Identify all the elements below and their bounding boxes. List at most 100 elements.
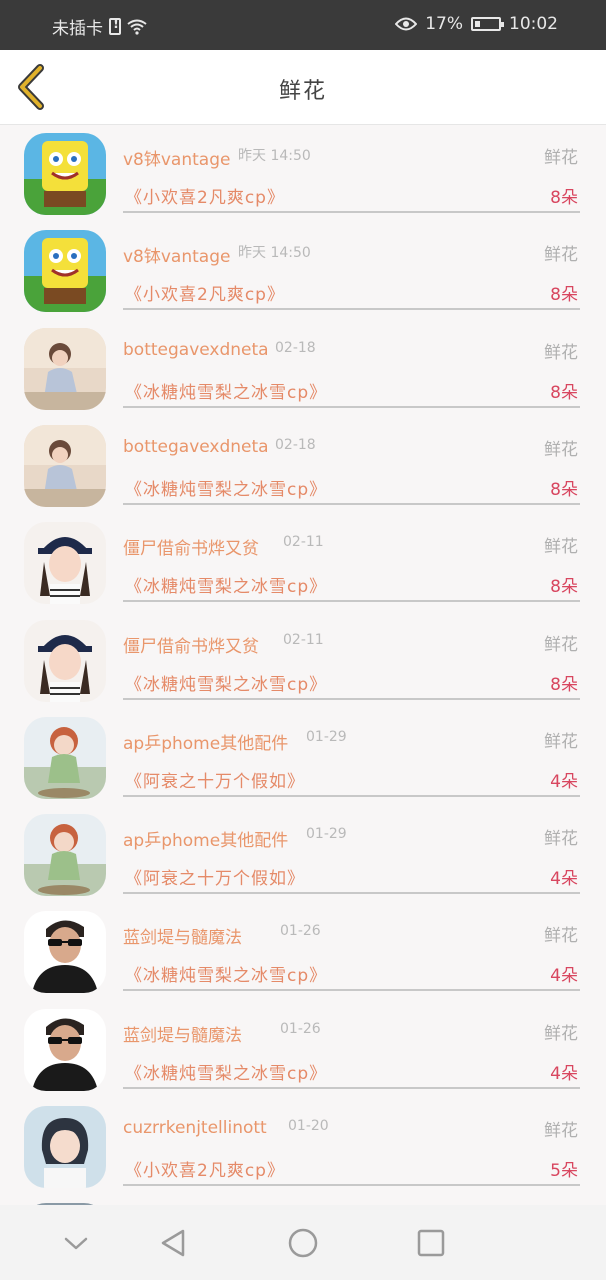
avatar-image xyxy=(24,230,106,313)
avatar-image xyxy=(24,424,106,507)
sender-name[interactable]: ap乒phome其他配件 xyxy=(123,729,288,754)
list-item[interactable]: ap乒phome其他配件 01-29 鲜花 《阿衰之十万个假如》 4朵 xyxy=(0,709,606,806)
flower-count: 8朵 xyxy=(550,382,578,403)
gift-target[interactable]: 《冰糖炖雪梨之冰雪cp》 xyxy=(125,1059,327,1084)
gift-target[interactable]: 《冰糖炖雪梨之冰雪cp》 xyxy=(125,961,327,986)
gift-type: 鲜花 xyxy=(544,731,578,752)
list-item[interactable]: ap乒phome其他配件 01-29 鲜花 《阿衰之十万个假如》 4朵 xyxy=(0,806,606,903)
flower-count: 4朵 xyxy=(550,1063,578,1084)
flower-count: 4朵 xyxy=(550,771,578,792)
list-item[interactable]: 僵尸借俞书烨又贫 02-11 鲜花《冰糖炖雪梨之冰雪cp》 8朵 xyxy=(0,612,606,709)
list-item[interactable]: 蓝剑堤与髓魔法 01-26 鲜花《冰糖炖雪梨之冰雪cp》 4朵 xyxy=(0,903,606,1000)
avatar[interactable] xyxy=(24,424,106,507)
sent-time: 昨天 14:50 xyxy=(238,148,311,164)
avatar-image xyxy=(24,619,106,702)
row-divider xyxy=(123,989,580,992)
battery-icon xyxy=(471,17,504,31)
list-item[interactable]: bottegavexdneta 02-18 鲜花 《冰糖炖雪梨之冰雪cp》 8朵 xyxy=(0,320,606,417)
list-item[interactable]: cuzrrkenjtellinott 01-20 鲜花 《小欢喜2凡爽cp》 5朵 xyxy=(0,1098,606,1195)
list-item-partial xyxy=(0,1195,606,1205)
avatar-image xyxy=(24,1106,106,1188)
list-item[interactable]: bottegavexdneta 02-18 鲜花《冰糖炖雪梨之冰雪cp》 8朵 xyxy=(0,417,606,514)
sent-time: 01-26 xyxy=(280,1020,321,1037)
avatar[interactable] xyxy=(24,522,106,605)
gift-target[interactable]: 《阿衰之十万个假如》 xyxy=(125,767,305,792)
gift-target[interactable]: 《小欢喜2凡爽cp》 xyxy=(125,280,285,305)
gift-target[interactable]: 《小欢喜2凡爽cp》 xyxy=(125,1156,285,1181)
sent-time: 02-11 xyxy=(283,631,324,648)
flower-count: 8朵 xyxy=(550,577,578,598)
gift-target[interactable]: 《冰糖炖雪梨之冰雪cp》 xyxy=(125,378,327,403)
nav-collapse-button[interactable] xyxy=(58,1225,94,1261)
status-right: 17% 10:02 xyxy=(395,14,558,34)
nav-home-button[interactable] xyxy=(285,1225,321,1261)
avatar[interactable] xyxy=(24,814,106,897)
list-item[interactable]: v8钵vantage 昨天 14:50 鲜花 《小欢喜2凡爽cp》 8朵 xyxy=(0,125,606,222)
avatar[interactable] xyxy=(24,133,106,215)
sender-name[interactable]: 蓝剑堤与髓魔法 xyxy=(123,1021,242,1046)
sender-name[interactable]: 蓝剑堤与髓魔法 xyxy=(123,923,242,948)
wifi-icon xyxy=(127,19,147,35)
gift-target[interactable]: 《冰糖炖雪梨之冰雪cp》 xyxy=(125,572,327,597)
flower-count: 4朵 xyxy=(550,966,578,987)
sender-name[interactable]: 僵尸借俞书烨又贫 xyxy=(123,534,259,559)
gift-target[interactable]: 《小欢喜2凡爽cp》 xyxy=(125,183,285,208)
sent-time: 02-18 xyxy=(275,436,316,453)
flower-count: 8朵 xyxy=(550,479,578,500)
avatar[interactable] xyxy=(24,716,106,799)
sender-name[interactable]: bottegavexdneta xyxy=(123,340,269,360)
sender-name[interactable]: ap乒phome其他配件 xyxy=(123,826,288,851)
row-divider xyxy=(123,697,580,700)
home-circle-icon xyxy=(288,1228,318,1258)
avatar-image xyxy=(24,911,106,994)
avatar[interactable] xyxy=(24,619,106,702)
sender-name[interactable]: bottegavexdneta xyxy=(123,437,269,457)
sender-name[interactable]: 僵尸借俞书烨又贫 xyxy=(123,632,259,657)
gift-type: 鲜花 xyxy=(544,1023,578,1044)
avatar-image xyxy=(24,1008,106,1091)
avatar-image xyxy=(24,522,106,605)
avatar-image xyxy=(24,133,106,215)
list-item[interactable]: v8钵vantage 昨天 14:50 鲜花 《小欢喜2凡爽cp》 8朵 xyxy=(0,222,606,319)
list-item[interactable]: 蓝剑堤与髓魔法 01-26 鲜花《冰糖炖雪梨之冰雪cp》 4朵 xyxy=(0,1001,606,1098)
chevron-down-icon xyxy=(64,1237,88,1250)
row-divider xyxy=(123,1086,580,1089)
sender-name[interactable]: v8钵vantage xyxy=(123,145,230,170)
row-divider xyxy=(123,892,580,895)
avatar[interactable] xyxy=(24,230,106,313)
sent-time: 02-18 xyxy=(275,339,316,356)
sim-icon xyxy=(109,17,121,35)
sent-time: 昨天 14:50 xyxy=(238,245,311,262)
avatar[interactable] xyxy=(24,1106,106,1188)
gift-type: 鲜花 xyxy=(544,439,578,460)
avatar[interactable] xyxy=(24,1008,106,1091)
avatar[interactable] xyxy=(24,911,106,994)
row-divider xyxy=(123,794,580,797)
sent-time: 01-26 xyxy=(280,923,321,940)
battery-percent: 17% xyxy=(425,14,463,34)
row-divider xyxy=(123,405,580,408)
sender-name[interactable]: cuzrrkenjtellinott xyxy=(123,1118,267,1138)
row-divider xyxy=(123,308,580,311)
row-divider xyxy=(123,502,580,505)
gift-target[interactable]: 《冰糖炖雪梨之冰雪cp》 xyxy=(125,475,327,500)
flower-count: 5朵 xyxy=(550,1161,578,1181)
avatar-image xyxy=(24,716,106,799)
gift-target[interactable]: 《冰糖炖雪梨之冰雪cp》 xyxy=(125,670,327,695)
gift-type: 鲜花 xyxy=(544,829,578,850)
gift-type: 鲜花 xyxy=(544,926,578,947)
sent-time: 01-29 xyxy=(306,826,347,843)
list-item[interactable]: 僵尸借俞书烨又贫 02-11 鲜花 《冰糖炖雪梨之冰雪cp》 8朵 xyxy=(0,514,606,611)
eye-icon xyxy=(395,17,418,31)
nav-recents-button[interactable] xyxy=(413,1225,449,1261)
flower-record-list: v8钵vantage 昨天 14:50 鲜花 《小欢喜2凡爽cp》 8朵 v8钵vanta… xyxy=(0,125,606,1205)
flower-count: 8朵 xyxy=(550,285,578,306)
status-left: 未插卡 xyxy=(52,14,147,39)
flower-count: 8朵 xyxy=(550,674,578,695)
gift-type: 鲜花 xyxy=(544,634,578,655)
status-bar: 未插卡 17% 10:02 xyxy=(0,0,606,50)
nav-back-button[interactable] xyxy=(155,1225,191,1261)
gift-target[interactable]: 《阿衰之十万个假如》 xyxy=(125,864,305,889)
sender-name[interactable]: v8钵vantage xyxy=(123,242,230,267)
avatar[interactable] xyxy=(24,327,106,410)
